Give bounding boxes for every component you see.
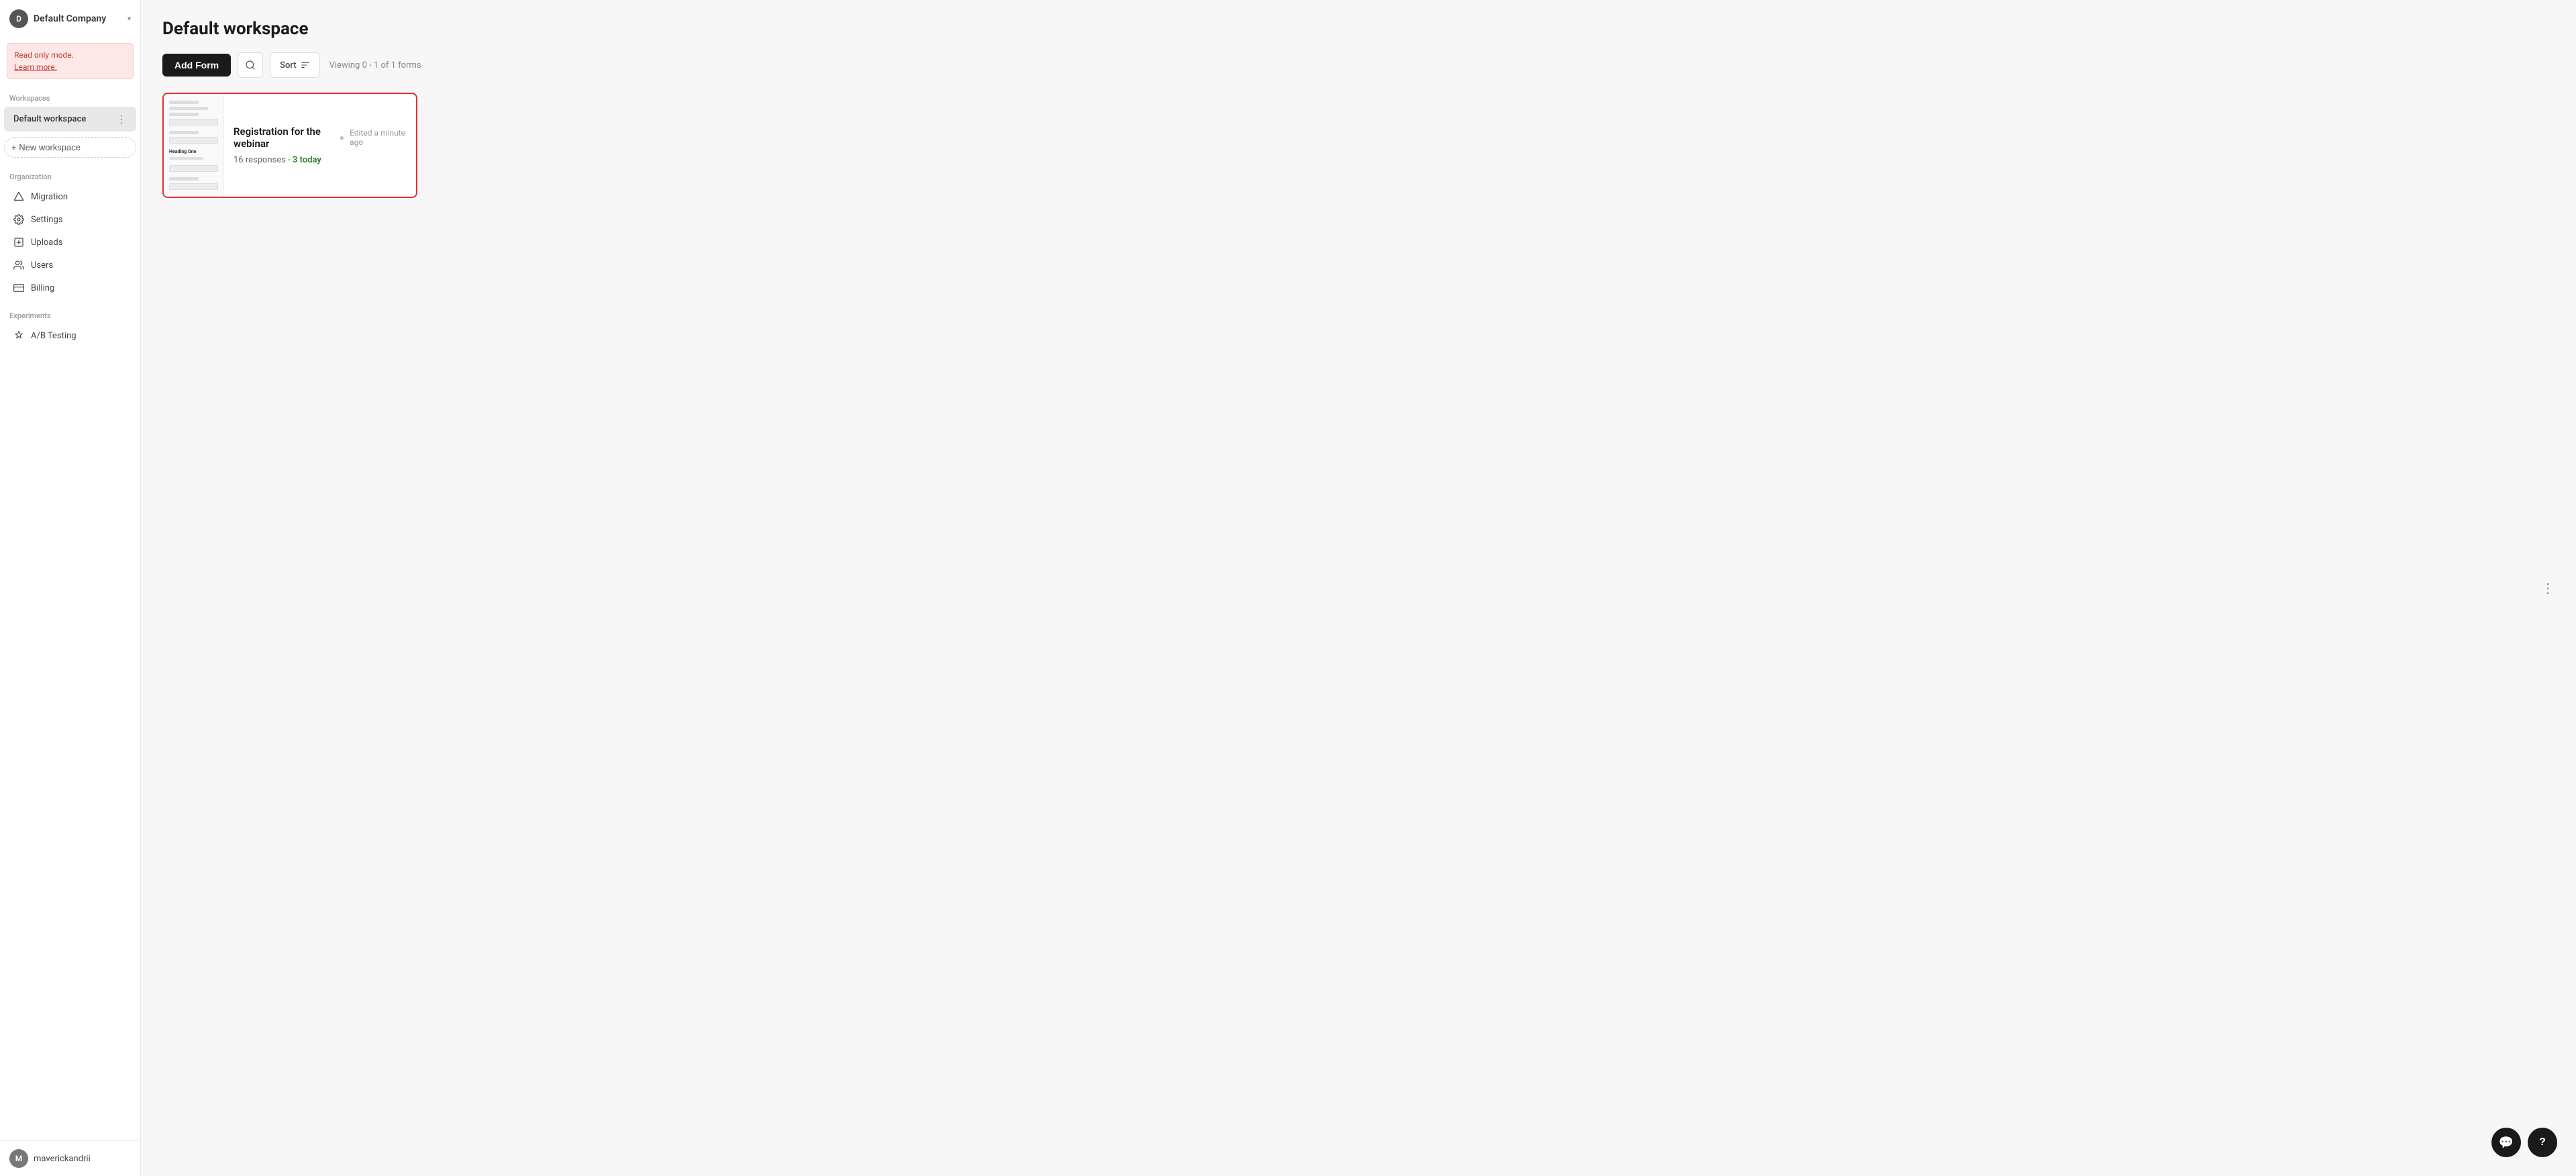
company-avatar: D xyxy=(9,9,28,28)
sort-icon xyxy=(301,60,310,70)
edited-time: Edited a minute ago xyxy=(350,128,407,147)
dot-separator: ● xyxy=(340,133,344,142)
user-profile[interactable]: M maverickandrii xyxy=(0,1140,140,1176)
username: maverickandrii xyxy=(34,1154,91,1164)
form-responses: 16 responses - 3 today xyxy=(234,155,407,165)
sidebar-item-users[interactable]: Users xyxy=(4,254,136,276)
billing-icon xyxy=(13,283,24,293)
sort-button[interactable]: Sort xyxy=(270,52,320,78)
experiments-label: Experiments xyxy=(0,299,140,324)
sidebar-item-uploads[interactable]: Uploads xyxy=(4,232,136,253)
org-label: Organization xyxy=(0,160,140,185)
learn-more-link[interactable]: Learn more. xyxy=(14,62,57,72)
user-avatar: M xyxy=(9,1149,28,1168)
settings-icon xyxy=(13,214,24,225)
migration-icon xyxy=(13,191,24,202)
company-name: Default Company xyxy=(34,13,122,24)
sidebar-item-ab-testing[interactable]: A/B Testing xyxy=(4,325,136,346)
chevron-down-icon: ▾ xyxy=(127,15,131,23)
viewing-count: Viewing 0 - 1 of 1 forms xyxy=(329,60,421,70)
sidebar-item-default-workspace[interactable]: Default workspace ⋮ xyxy=(4,107,136,132)
search-button[interactable] xyxy=(238,52,263,78)
bottom-right-buttons: 💬 ? xyxy=(2491,1128,2557,1157)
sidebar-item-billing[interactable]: Billing xyxy=(4,277,136,299)
ab-testing-icon xyxy=(13,330,24,341)
uploads-icon xyxy=(13,237,24,248)
far-right-more-icon[interactable]: ⋮ xyxy=(2541,580,2555,596)
page-title: Default workspace xyxy=(162,19,2555,39)
read-only-banner: Read only mode. Learn more. xyxy=(7,43,134,79)
sidebar-item-migration[interactable]: Migration xyxy=(4,186,136,207)
form-title-row: Registration for the webinar ● Edited a … xyxy=(234,126,407,150)
form-title: Registration for the webinar xyxy=(234,126,334,150)
chat-icon: 💬 xyxy=(2499,1136,2514,1150)
workspace-name: Default workspace xyxy=(13,114,109,124)
form-card[interactable]: Heading One Registration for the webinar… xyxy=(162,93,417,198)
responses-today: 3 today xyxy=(293,155,321,165)
toolbar: Add Form Sort Viewing 0 - 1 of 1 forms xyxy=(162,52,2555,78)
users-icon xyxy=(13,260,24,271)
help-button[interactable]: ? xyxy=(2528,1128,2557,1157)
sidebar-item-settings[interactable]: Settings xyxy=(4,209,136,230)
form-info: Registration for the webinar ● Edited a … xyxy=(224,94,416,197)
form-thumbnail: Heading One xyxy=(164,94,224,197)
new-workspace-button[interactable]: + New workspace xyxy=(4,137,136,158)
search-icon xyxy=(245,60,256,70)
chat-button[interactable]: 💬 xyxy=(2491,1128,2521,1157)
main-content: Default workspace Add Form Sort Viewing … xyxy=(141,0,2576,1176)
add-form-button[interactable]: Add Form xyxy=(162,54,231,77)
workspaces-label: Workspaces xyxy=(0,85,140,107)
forms-grid: Heading One Registration for the webinar… xyxy=(162,93,2555,198)
workspace-more-icon[interactable]: ⋮ xyxy=(113,111,130,127)
help-icon: ? xyxy=(2539,1136,2546,1148)
company-header[interactable]: D Default Company ▾ xyxy=(0,0,140,38)
sidebar: D Default Company ▾ Read only mode. Lear… xyxy=(0,0,141,1176)
